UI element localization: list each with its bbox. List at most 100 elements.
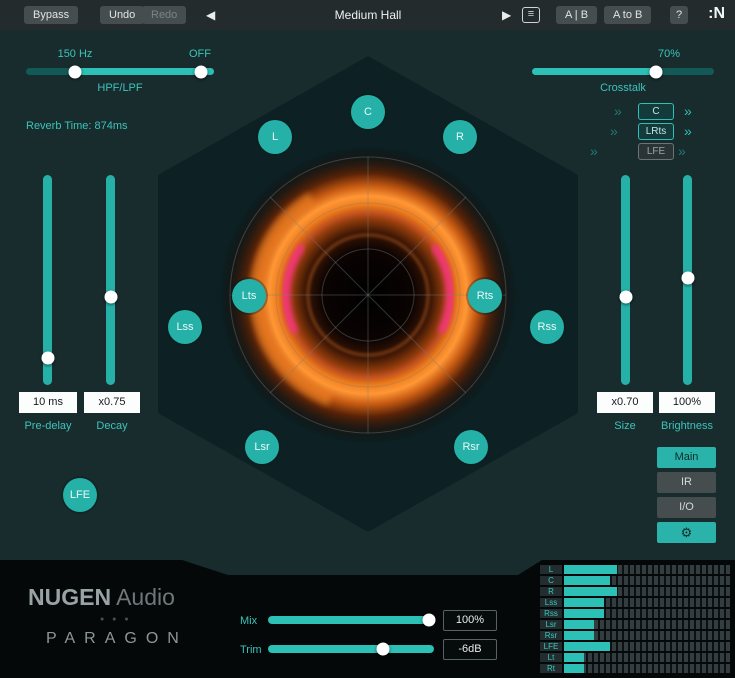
channel-node-rsr[interactable]: Rsr <box>454 430 488 464</box>
pre-delay-label: Pre-delay <box>24 420 71 432</box>
mix-knob[interactable] <box>423 614 436 627</box>
brand-name: NUGEN <box>28 584 111 610</box>
trim-label: Trim <box>240 644 262 656</box>
previous-preset-icon[interactable]: ◀ <box>206 8 215 22</box>
meter-row: L <box>540 565 730 574</box>
channel-node-lss[interactable]: Lss <box>168 310 202 344</box>
meter-track <box>564 565 730 574</box>
a-to-b-button[interactable]: A to B <box>604 6 651 24</box>
tab-ir[interactable]: IR <box>657 472 716 493</box>
mix-slider[interactable] <box>268 616 434 624</box>
meter-label: LFE <box>540 642 562 651</box>
decay-fader[interactable] <box>106 175 115 385</box>
routing-group-c[interactable]: C <box>638 103 674 120</box>
meter-row: Lss <box>540 598 730 607</box>
ab-compare-button[interactable]: A | B <box>556 6 597 24</box>
meter-row: Rsr <box>540 631 730 640</box>
meter-label: Lsr <box>540 620 562 629</box>
redo-button[interactable]: Redo <box>142 6 186 24</box>
meter-track <box>564 620 730 629</box>
routing-group-lrts[interactable]: LRts <box>638 123 674 140</box>
meter-fill <box>564 642 610 651</box>
meter-label: Rss <box>540 609 562 618</box>
mix-value[interactable]: 100% <box>443 610 497 631</box>
meter-track <box>564 642 730 651</box>
bypass-button[interactable]: Bypass <box>24 6 78 24</box>
meter-fill <box>564 565 617 574</box>
channel-meters: L C R Lss Rss Lsr Rsr LFE Lt Rt <box>540 565 730 673</box>
meter-row: Rt <box>540 664 730 673</box>
channel-node-c[interactable]: C <box>351 95 385 129</box>
routing-out-chevron-icon[interactable]: » <box>678 143 686 160</box>
meter-fill <box>564 576 610 585</box>
next-preset-icon[interactable]: ▶ <box>502 8 511 22</box>
meter-label: Lt <box>540 653 562 662</box>
pre-delay-fader[interactable] <box>43 175 52 385</box>
trim-slider[interactable] <box>268 645 434 653</box>
tab-io[interactable]: I/O <box>657 497 716 518</box>
hpf-value: 150 Hz <box>58 48 93 60</box>
preset-name[interactable]: Medium Hall <box>288 8 448 22</box>
brightness-knob[interactable] <box>681 271 694 284</box>
bottom-bar: NUGENAudio ● ● ● PARAGON Mix 100% Trim -… <box>0 560 735 678</box>
size-label: Size <box>614 420 635 432</box>
channel-node-lfe[interactable]: LFE <box>63 478 97 512</box>
meter-fill <box>564 631 594 640</box>
routing-in-chevron-icon[interactable]: » <box>590 143 598 160</box>
routing-out-chevron-icon[interactable]: » <box>684 123 692 140</box>
trim-value[interactable]: -6dB <box>443 639 497 660</box>
tab-main[interactable]: Main <box>657 447 716 468</box>
mix-label: Mix <box>240 615 257 627</box>
meter-row: C <box>540 576 730 585</box>
undo-button[interactable]: Undo <box>100 6 144 24</box>
lpf-value: OFF <box>189 48 211 60</box>
meter-row: Lsr <box>540 620 730 629</box>
size-knob[interactable] <box>619 290 632 303</box>
routing-in-chevron-icon[interactable]: » <box>614 103 622 120</box>
routing-out-chevron-icon[interactable]: » <box>684 103 692 120</box>
meter-fill <box>564 620 594 629</box>
channel-node-l[interactable]: L <box>258 120 292 154</box>
preset-menu-icon[interactable]: ≡ <box>522 7 540 23</box>
decay-label: Decay <box>96 420 127 432</box>
brightness-label: Brightness <box>661 420 713 432</box>
size-value[interactable]: x0.70 <box>597 392 653 413</box>
meter-tab: L C R Lss Rss Lsr Rsr LFE Lt Rt <box>518 560 735 678</box>
channel-node-r[interactable]: R <box>443 120 477 154</box>
trim-knob[interactable] <box>376 643 389 656</box>
brand-logo: NUGENAudio <box>28 584 175 611</box>
channel-node-rts[interactable]: Rts <box>468 279 502 313</box>
meter-label: Lss <box>540 598 562 607</box>
meter-fill <box>564 664 584 673</box>
pre-delay-knob[interactable] <box>41 351 54 364</box>
channel-node-lts[interactable]: Lts <box>232 279 266 313</box>
channel-node-rss[interactable]: Rss <box>530 310 564 344</box>
help-button[interactable]: ? <box>670 6 688 24</box>
brand-suffix: Audio <box>116 584 175 610</box>
hpf-lpf-label: HPF/LPF <box>97 82 142 94</box>
meter-label: Rt <box>540 664 562 673</box>
meter-label: L <box>540 565 562 574</box>
crosstalk-slider[interactable] <box>532 68 714 75</box>
routing-group-lfe[interactable]: LFE <box>638 143 674 160</box>
polar-grid <box>230 157 506 433</box>
reverb-time-readout: Reverb Time: 874ms <box>26 120 127 132</box>
routing-in-chevron-icon[interactable]: » <box>610 123 618 140</box>
channel-node-lsr[interactable]: Lsr <box>245 430 279 464</box>
hpf-lpf-slider[interactable] <box>26 68 214 75</box>
meter-fill <box>564 587 617 596</box>
lpf-knob[interactable] <box>194 65 207 78</box>
meter-track <box>564 587 730 596</box>
meter-fill <box>564 598 604 607</box>
decay-knob[interactable] <box>104 290 117 303</box>
hpf-knob[interactable] <box>68 65 81 78</box>
pre-delay-value[interactable]: 10 ms <box>19 392 77 413</box>
size-fader[interactable] <box>621 175 630 385</box>
settings-gear-icon[interactable]: ⚙ <box>657 522 716 543</box>
brightness-fader[interactable] <box>683 175 692 385</box>
decay-value[interactable]: x0.75 <box>84 392 140 413</box>
crosstalk-knob[interactable] <box>649 65 662 78</box>
brightness-value[interactable]: 100% <box>659 392 715 413</box>
meter-track <box>564 653 730 662</box>
meter-track <box>564 631 730 640</box>
